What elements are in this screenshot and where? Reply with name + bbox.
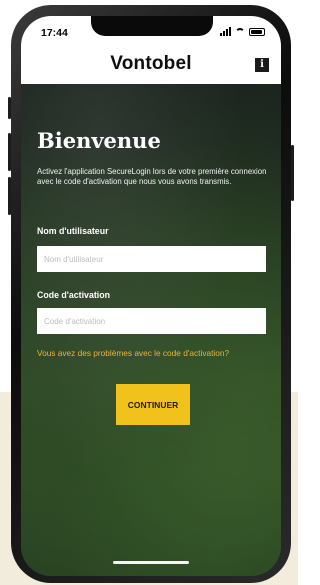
home-indicator bbox=[113, 561, 189, 564]
battery-icon bbox=[249, 27, 265, 36]
phone-side-button bbox=[8, 97, 11, 119]
status-bar: 17:44 bbox=[21, 16, 281, 50]
info-icon[interactable]: i bbox=[255, 58, 269, 72]
phone-screen: 17:44 Vontobel i Bienvenue Activez l'app… bbox=[21, 16, 281, 576]
status-icons bbox=[220, 27, 265, 36]
username-input[interactable] bbox=[37, 246, 266, 272]
activation-code-label: Code d'activation bbox=[37, 290, 110, 300]
activation-help-link[interactable]: Vous avez des problèmes avec le code d'a… bbox=[37, 348, 257, 358]
wifi-icon bbox=[235, 28, 245, 35]
activation-code-input[interactable] bbox=[37, 308, 266, 334]
phone-volume-button bbox=[8, 177, 11, 215]
app-header: Vontobel i bbox=[21, 50, 281, 84]
status-time: 17:44 bbox=[41, 27, 68, 39]
signal-icon bbox=[220, 27, 231, 36]
welcome-heading: Bienvenue bbox=[37, 128, 161, 153]
phone-power-button bbox=[291, 145, 294, 201]
username-label: Nom d'utilisateur bbox=[37, 226, 109, 236]
phone-volume-button bbox=[8, 133, 11, 171]
continue-button[interactable]: CONTINUER bbox=[116, 384, 190, 425]
app-title: Vontobel bbox=[110, 53, 192, 74]
phone-notch bbox=[91, 16, 213, 36]
intro-text: Activez l'application SecureLogin lors d… bbox=[37, 167, 267, 186]
